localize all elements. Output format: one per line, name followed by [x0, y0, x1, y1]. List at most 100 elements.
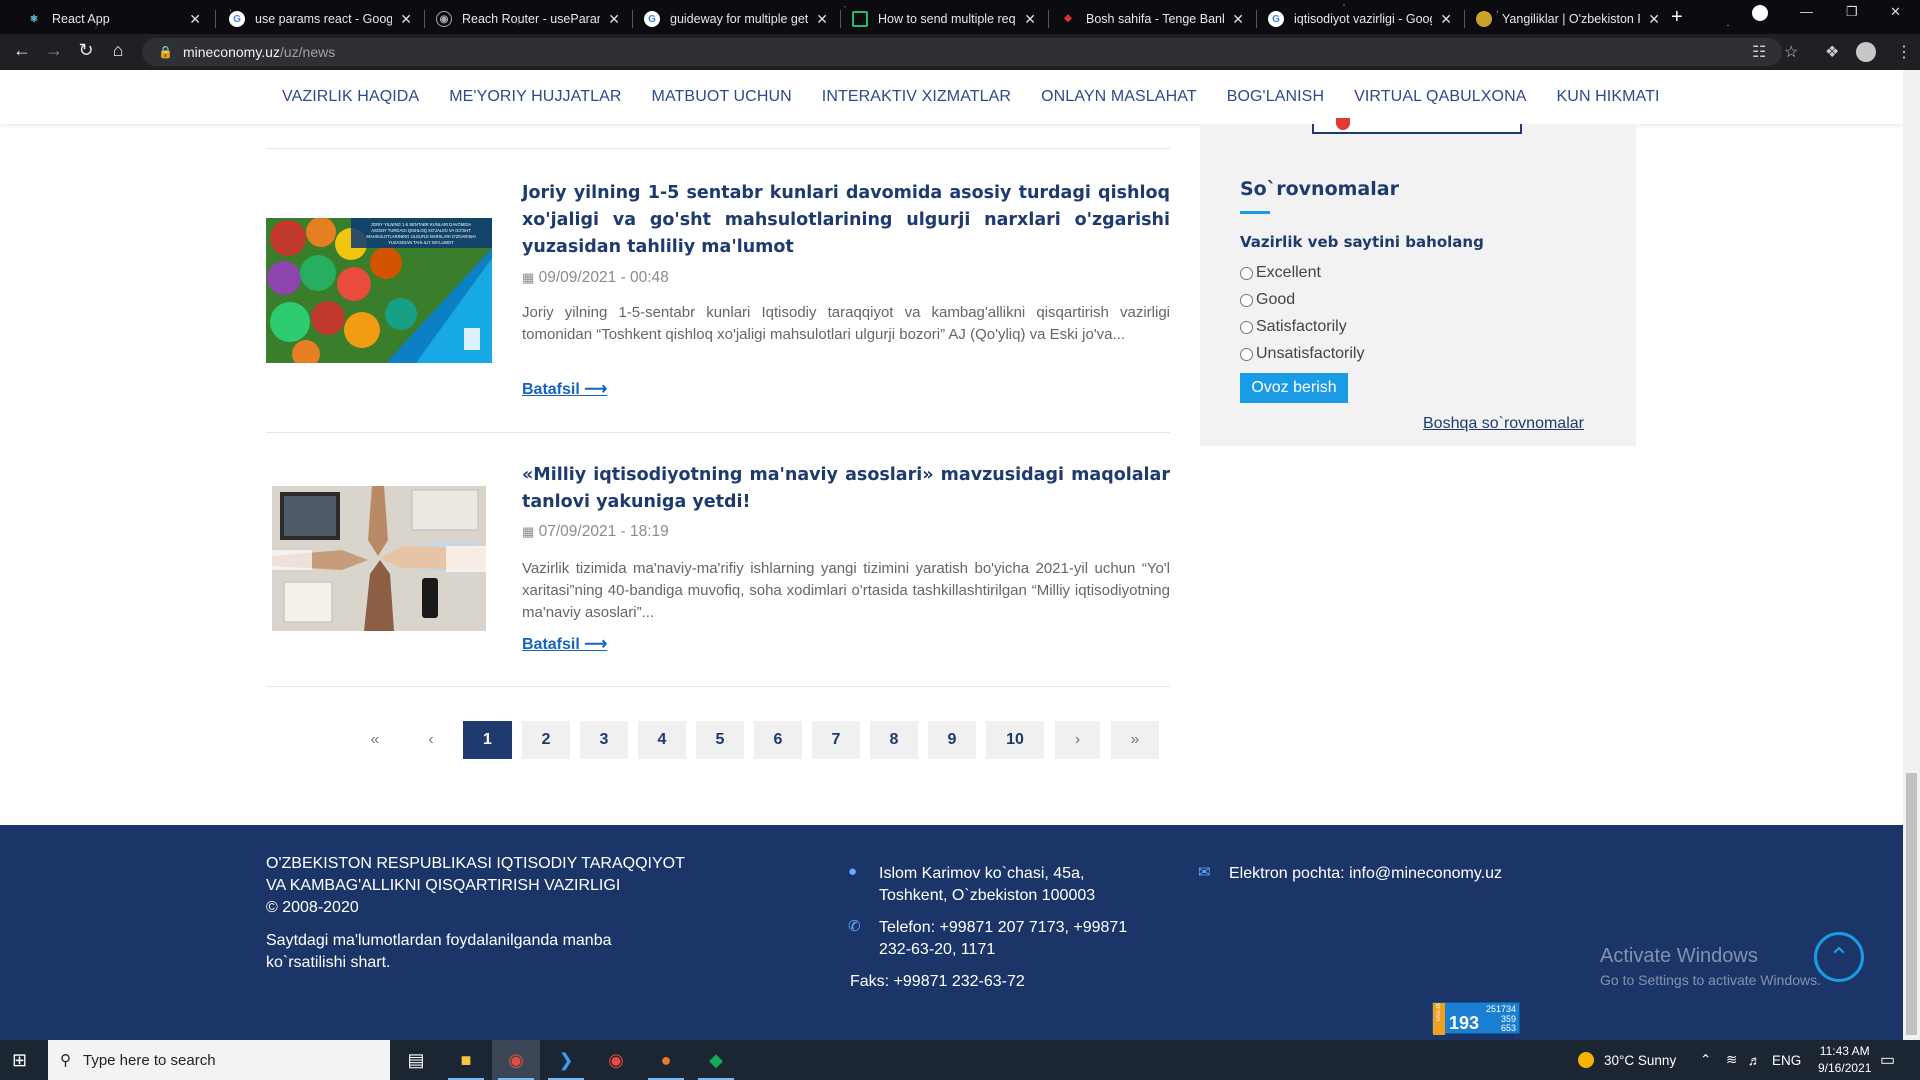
nav-item-onlayn-maslahat[interactable]: ONLAYN MASLAHAT	[1041, 88, 1197, 106]
notifications-icon[interactable]: ▭	[1880, 1040, 1895, 1080]
tray-chevron-up-icon[interactable]: ⌃	[1700, 1040, 1711, 1080]
browser-toolbar: ← → ↻ ⌂ 🔒 mineconomy.uz /uz/news ☷ ☆ ❖ ⋮	[0, 34, 1920, 70]
tab-reach-router[interactable]: ◉ Reach Router - useParams ✕	[426, 4, 630, 34]
close-tab-icon[interactable]: ✕	[816, 11, 828, 28]
language-indicator[interactable]: ENG	[1772, 1040, 1801, 1080]
close-tab-icon[interactable]: ✕	[1440, 11, 1452, 28]
pagination-page[interactable]: 4	[638, 721, 686, 759]
tab-guideway[interactable]: G guideway for multiple get ✕	[634, 4, 838, 34]
vegetables-image[interactable]: JORIY YILNING 1-5 SENTABR KUNLARI DAVOMI…	[266, 218, 492, 363]
nav-item-meyoriy-hujjatlar[interactable]: ME'YORIY HUJJATLAR	[449, 88, 621, 106]
pagination-last[interactable]: »	[1111, 721, 1159, 759]
close-window-icon[interactable]: ✕	[1890, 4, 1901, 20]
windows-start-icon[interactable]: ⊞	[12, 1050, 27, 1071]
pagination-page[interactable]: 6	[754, 721, 802, 759]
menu-kebab-icon[interactable]: ⋮	[1896, 42, 1912, 62]
read-more-link[interactable]: Batafsil ⟶	[522, 379, 607, 399]
other-polls-link[interactable]: Boshqa so`rovnomalar	[1423, 415, 1584, 433]
read-more-link[interactable]: Batafsil ⟶	[522, 634, 607, 654]
bookmark-star-icon[interactable]: ☆	[1784, 42, 1798, 62]
home-icon[interactable]: ⌂	[106, 40, 130, 61]
visitor-counter-badge[interactable]: TAS-IX 193 251734 359 653	[1432, 1002, 1520, 1035]
file-explorer-icon[interactable]: ■	[442, 1040, 490, 1080]
vote-button[interactable]: Ovoz berish	[1240, 373, 1348, 403]
weather-widget[interactable]: 30°C Sunny	[1578, 1040, 1676, 1080]
radio-button[interactable]	[1240, 320, 1253, 334]
new-tab-button[interactable]: +	[1671, 6, 1683, 29]
nav-item-virtual-qabulxona[interactable]: VIRTUAL QABULXONA	[1354, 88, 1526, 106]
arrow-right-icon: ⟶	[579, 381, 608, 398]
chrome-icon[interactable]: ◉	[492, 1040, 540, 1080]
minimize-icon[interactable]: —	[1800, 4, 1813, 19]
poll-option-unsatisfactorily[interactable]: Unsatisfactorily	[1240, 345, 1364, 363]
pagination-page[interactable]: 1	[463, 721, 512, 759]
radio-button[interactable]	[1240, 347, 1253, 361]
nav-item-interaktiv-xizmatlar[interactable]: INTERAKTIV XIZMATLAR	[822, 88, 1011, 106]
stackoverflow-icon	[852, 11, 868, 27]
pagination-page[interactable]: 3	[580, 721, 628, 759]
pagination-page[interactable]: 10	[986, 721, 1044, 759]
task-view-icon[interactable]: ▤	[392, 1040, 440, 1080]
volume-icon[interactable]: ♬	[1748, 1040, 1762, 1080]
nav-item-kun-hikmati[interactable]: KUN HIKMATI	[1557, 88, 1660, 106]
close-tab-icon[interactable]: ✕	[1232, 11, 1244, 28]
nav-item-vazirlik-haqida[interactable]: VAZIRLIK HAQIDA	[282, 88, 419, 106]
close-tab-icon[interactable]: ✕	[1648, 11, 1660, 28]
arrow-right-icon: ⟶	[579, 636, 608, 653]
tab-iqtisodiyot[interactable]: G iqtisodiyot vazirligi - Goog ✕	[1258, 4, 1462, 34]
address-bar[interactable]: 🔒 mineconomy.uz /uz/news	[142, 38, 1782, 66]
sidebar-banner-box[interactable]	[1312, 118, 1522, 134]
tab-tenge-bank[interactable]: ❖ Bosh sahifa - Tenge Bank ✕	[1050, 4, 1254, 34]
pagination-next[interactable]: ›	[1055, 721, 1100, 759]
taskbar-search-box[interactable]: ⚲ Type here to search	[48, 1040, 390, 1080]
pagination-prev[interactable]: ‹	[412, 721, 450, 759]
uz-emblem-icon	[1476, 11, 1492, 27]
pagination-page[interactable]: 8	[870, 721, 918, 759]
reload-icon[interactable]: ↻	[74, 40, 98, 61]
team-fists-image[interactable]	[272, 486, 486, 631]
pagination-page[interactable]: 9	[928, 721, 976, 759]
tab-multiple-requests[interactable]: How to send multiple requ ✕	[842, 4, 1046, 34]
close-tab-icon[interactable]: ✕	[608, 11, 620, 28]
radio-button[interactable]	[1240, 293, 1253, 307]
forward-arrow-icon[interactable]: →	[42, 40, 66, 61]
tab-yangiliklar[interactable]: Yangiliklar | O'zbekiston Re ✕	[1466, 4, 1670, 34]
footer-org-name: O'ZBEKISTON RESPUBLIKASI IQTISODIY TARAQ…	[266, 855, 685, 916]
nav-item-boglanish[interactable]: BOG'LANISH	[1227, 88, 1324, 106]
windows-taskbar: ⊞ ⚲ Type here to search ▤ ■ ◉ ❯ ◉ ● ◆ 30…	[0, 1040, 1920, 1080]
close-tab-icon[interactable]: ✕	[189, 11, 201, 28]
wifi-icon[interactable]: ≋	[1726, 1040, 1737, 1080]
tab-use-params[interactable]: G use params react - Google ✕	[219, 4, 422, 34]
translate-icon[interactable]: ☷	[1752, 42, 1766, 62]
close-tab-icon[interactable]: ✕	[1024, 11, 1036, 28]
scroll-to-top-button[interactable]: ⌃	[1814, 932, 1864, 982]
pagination-first[interactable]: «	[356, 721, 394, 759]
extensions-puzzle-icon[interactable]: ❖	[1825, 42, 1839, 62]
tab-react-app[interactable]: ⚛ React App ✕	[16, 4, 211, 34]
footer-phone[interactable]: Telefon: +99871 207 7173, +99871 232-63-…	[879, 917, 1127, 961]
pagination-page[interactable]: 2	[522, 721, 570, 759]
vscode-icon[interactable]: ❯	[542, 1040, 590, 1080]
restore-icon[interactable]: ❐	[1846, 4, 1858, 20]
page-scrollbar-thumb[interactable]	[1906, 773, 1917, 1035]
mongodb-compass-icon[interactable]: ◆	[692, 1040, 740, 1080]
profile-avatar[interactable]	[1856, 42, 1876, 62]
profile-menu-icon[interactable]	[1752, 5, 1768, 21]
lock-icon[interactable]: 🔒	[158, 45, 173, 59]
chrome-alt-icon[interactable]: ◉	[592, 1040, 640, 1080]
footer-email[interactable]: Elektron pochta: info@mineconomy.uz	[1229, 863, 1502, 885]
pagination-page[interactable]: 7	[812, 721, 860, 759]
tab-separator	[424, 10, 425, 28]
poll-option-satisfactorily[interactable]: Satisfactorily	[1240, 318, 1347, 336]
radio-button[interactable]	[1240, 266, 1253, 280]
news-title[interactable]: «Milliy iqtisodiyotning ma'naviy asoslar…	[522, 462, 1170, 516]
taskbar-clock[interactable]: 11:43 AM 9/16/2021	[1818, 1043, 1871, 1077]
pagination-page[interactable]: 5	[696, 721, 744, 759]
nav-item-matbuot-uchun[interactable]: MATBUOT UCHUN	[652, 88, 792, 106]
back-arrow-icon[interactable]: ←	[10, 40, 34, 61]
poll-option-good[interactable]: Good	[1240, 291, 1295, 309]
postman-icon[interactable]: ●	[642, 1040, 690, 1080]
close-tab-icon[interactable]: ✕	[400, 11, 412, 28]
poll-option-excellent[interactable]: Excellent	[1240, 264, 1321, 282]
news-title[interactable]: Joriy yilning 1-5 sentabr kunlari davomi…	[522, 180, 1170, 261]
